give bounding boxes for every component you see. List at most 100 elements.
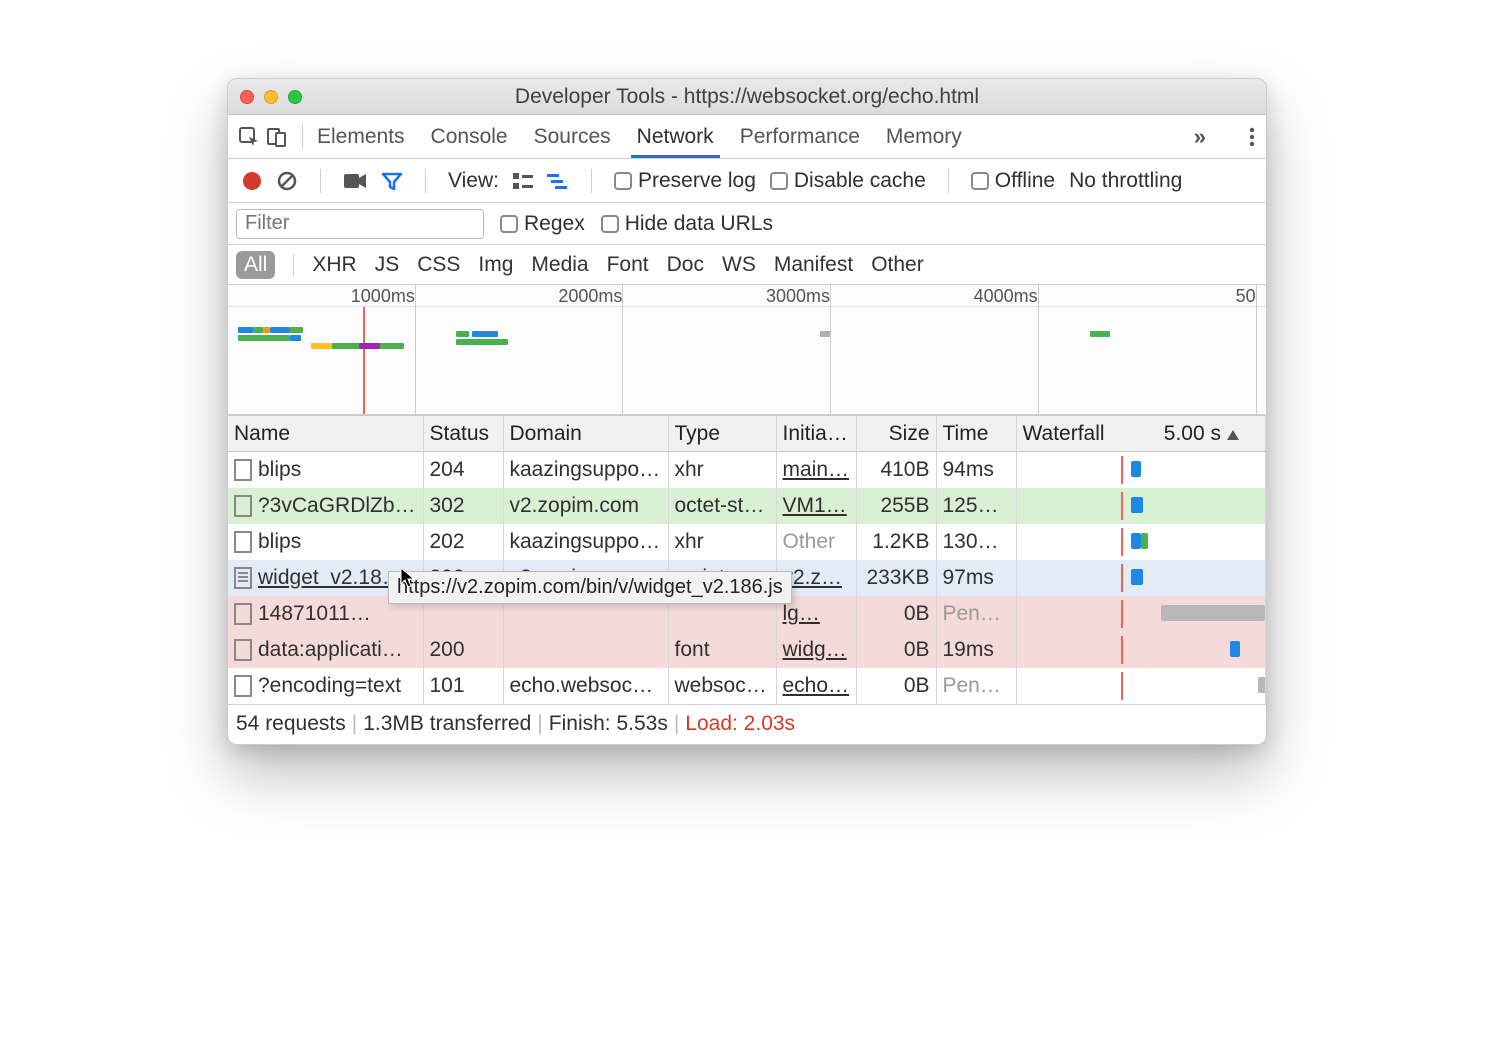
col-status[interactable]: Status bbox=[423, 416, 503, 452]
tab-console[interactable]: Console bbox=[431, 117, 508, 157]
col-time[interactable]: Time bbox=[936, 416, 1016, 452]
timeline-tick: 3000ms bbox=[766, 286, 830, 307]
cell-domain bbox=[503, 632, 668, 668]
type-filter-css[interactable]: CSS bbox=[417, 253, 460, 277]
col-size[interactable]: Size bbox=[856, 416, 936, 452]
filter-icon[interactable] bbox=[381, 171, 403, 191]
divider bbox=[425, 169, 426, 193]
panel-tabs: Elements Console Sources Network Performance… bbox=[317, 117, 1188, 157]
cell-initiator[interactable]: echo… bbox=[783, 674, 850, 697]
cell-initiator[interactable]: main… bbox=[783, 458, 850, 481]
file-icon bbox=[234, 531, 252, 553]
regex-checkbox[interactable]: Regex bbox=[500, 212, 585, 236]
type-filter-all[interactable]: All bbox=[236, 251, 275, 279]
kebab-menu-icon[interactable] bbox=[1248, 126, 1256, 148]
timeline-tick: 50 bbox=[1236, 286, 1256, 307]
request-name: ?3vCaGRDlZb… bbox=[258, 494, 416, 517]
window-title: Developer Tools - https://websocket.org/… bbox=[228, 85, 1266, 109]
cell-initiator[interactable]: VM1… bbox=[783, 494, 847, 517]
cell-initiator[interactable]: lg… bbox=[783, 602, 820, 625]
checkbox-icon bbox=[500, 215, 518, 233]
hide-data-urls-checkbox[interactable]: Hide data URLs bbox=[601, 212, 773, 236]
type-filter-js[interactable]: JS bbox=[375, 253, 400, 277]
col-name[interactable]: Name bbox=[228, 416, 423, 452]
type-filter-font[interactable]: Font bbox=[607, 253, 649, 277]
camera-icon[interactable] bbox=[343, 172, 367, 190]
cell-size: 1.2KB bbox=[856, 524, 936, 560]
type-filter-media[interactable]: Media bbox=[531, 253, 588, 277]
tab-elements[interactable]: Elements bbox=[317, 117, 405, 157]
cell-time: 97ms bbox=[936, 560, 1016, 596]
col-type[interactable]: Type bbox=[668, 416, 776, 452]
clear-icon[interactable] bbox=[276, 170, 298, 192]
cell-waterfall bbox=[1016, 596, 1266, 632]
filter-input[interactable] bbox=[236, 209, 484, 239]
type-filter-xhr[interactable]: XHR bbox=[312, 253, 356, 277]
tab-memory[interactable]: Memory bbox=[886, 117, 962, 157]
tab-sources[interactable]: Sources bbox=[534, 117, 611, 157]
cell-type: websoc… bbox=[668, 668, 776, 704]
table-row[interactable]: ?3vCaGRDlZb…302v2.zopim.comoctet-str…VM1… bbox=[228, 488, 1266, 524]
timeline-gridline bbox=[415, 285, 416, 414]
file-icon bbox=[234, 675, 252, 697]
cell-size: 255B bbox=[856, 488, 936, 524]
cell-domain: kaazingsuppo… bbox=[503, 452, 668, 488]
record-icon[interactable] bbox=[242, 171, 262, 191]
offline-checkbox[interactable]: Offline bbox=[971, 169, 1055, 193]
col-domain[interactable]: Domain bbox=[503, 416, 668, 452]
timeline-gridline bbox=[830, 285, 831, 414]
timeline-tick: 4000ms bbox=[974, 286, 1038, 307]
table-header-row: Name Status Domain Type Initia… Size Tim… bbox=[228, 416, 1266, 452]
load-marker bbox=[363, 307, 365, 414]
table-row[interactable]: data:applicati…200fontwidg…0B19ms bbox=[228, 632, 1266, 668]
table-row[interactable]: blips204kaazingsuppo…xhrmain…410B94ms bbox=[228, 452, 1266, 488]
type-filter-manifest[interactable]: Manifest bbox=[774, 253, 853, 277]
cell-type: xhr bbox=[668, 452, 776, 488]
type-filter-doc[interactable]: Doc bbox=[667, 253, 704, 277]
status-transferred: 1.3MB transferred bbox=[363, 712, 531, 736]
throttling-select[interactable]: No throttling bbox=[1069, 169, 1182, 193]
table-row[interactable]: blips202kaazingsuppo…xhrOther1.2KB130… bbox=[228, 524, 1266, 560]
disable-cache-checkbox[interactable]: Disable cache bbox=[770, 169, 926, 193]
view-waterfall-icon[interactable] bbox=[547, 173, 569, 189]
titlebar: Developer Tools - https://websocket.org/… bbox=[228, 79, 1266, 115]
divider bbox=[948, 169, 949, 193]
tab-network[interactable]: Network bbox=[637, 117, 714, 157]
traffic-lights bbox=[240, 90, 302, 104]
close-window-button[interactable] bbox=[240, 90, 254, 104]
request-name: data:applicati… bbox=[258, 638, 403, 661]
preserve-log-checkbox[interactable]: Preserve log bbox=[614, 169, 756, 193]
preserve-log-label: Preserve log bbox=[638, 169, 756, 193]
table-row[interactable]: ?encoding=text101echo.websoc…websoc…echo… bbox=[228, 668, 1266, 704]
tab-performance[interactable]: Performance bbox=[740, 117, 860, 157]
col-waterfall[interactable]: Waterfall 5.00 s bbox=[1016, 416, 1266, 452]
request-name: blips bbox=[258, 530, 301, 553]
type-filter-other[interactable]: Other bbox=[871, 253, 924, 277]
type-filter-ws[interactable]: WS bbox=[722, 253, 756, 277]
type-filter-img[interactable]: Img bbox=[478, 253, 513, 277]
network-toolbar: View: Preserve log Disable cache Offline… bbox=[228, 159, 1266, 203]
cell-size: 233KB bbox=[856, 560, 936, 596]
requests-table: Name Status Domain Type Initia… Size Tim… bbox=[228, 415, 1266, 704]
requests-table-wrap: Name Status Domain Type Initia… Size Tim… bbox=[228, 415, 1266, 704]
col-initiator[interactable]: Initia… bbox=[776, 416, 856, 452]
divider bbox=[302, 125, 303, 149]
view-large-icon[interactable] bbox=[513, 173, 533, 189]
cell-time: 19ms bbox=[936, 632, 1016, 668]
timeline-tick: 2000ms bbox=[558, 286, 622, 307]
url-tooltip: https://v2.zopim.com/bin/v/widget_v2.186… bbox=[388, 571, 792, 604]
cell-initiator[interactable]: widg… bbox=[783, 638, 847, 661]
cell-waterfall bbox=[1016, 668, 1266, 704]
timeline-overview[interactable]: 1000ms2000ms3000ms4000ms50 bbox=[228, 285, 1266, 415]
request-name: ?encoding=text bbox=[258, 674, 401, 697]
inspect-icon[interactable] bbox=[238, 126, 260, 148]
minimize-window-button[interactable] bbox=[264, 90, 278, 104]
more-tabs-icon[interactable]: » bbox=[1194, 124, 1206, 150]
divider bbox=[293, 254, 294, 276]
zoom-window-button[interactable] bbox=[288, 90, 302, 104]
cell-time: 130… bbox=[936, 524, 1016, 560]
hide-data-urls-label: Hide data URLs bbox=[625, 212, 773, 236]
device-toggle-icon[interactable] bbox=[266, 126, 288, 148]
cell-time: 94ms bbox=[936, 452, 1016, 488]
status-load: Load: 2.03s bbox=[685, 712, 795, 736]
